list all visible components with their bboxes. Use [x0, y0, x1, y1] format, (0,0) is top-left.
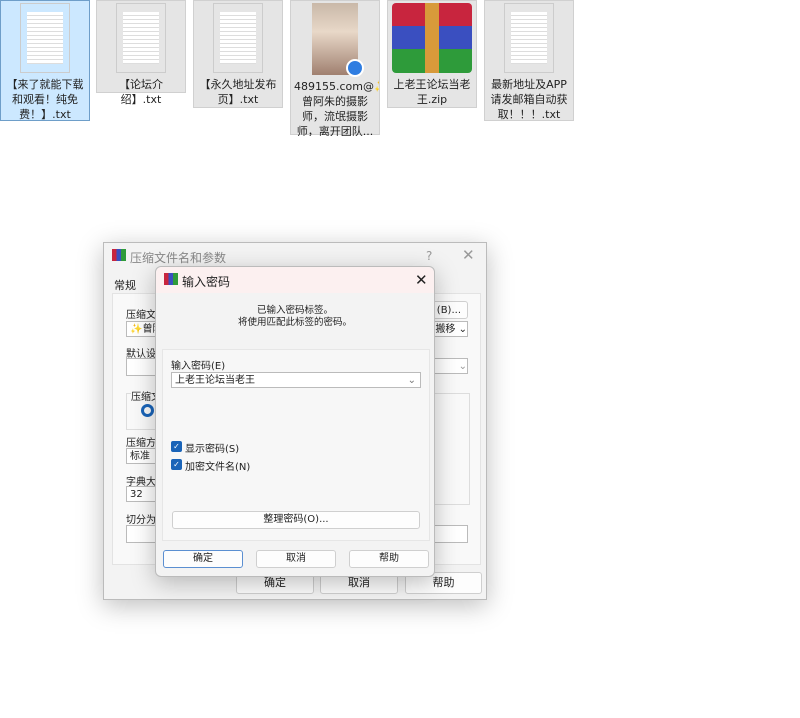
password-label: 输入密码(E) — [171, 361, 226, 372]
show-password-checkbox[interactable]: ✓ — [171, 441, 182, 452]
checkbox-label[interactable]: 显示密码(S) — [185, 440, 239, 455]
dialog-title: 压缩文件名和参数 — [130, 251, 227, 265]
checkbox-label[interactable]: 加密文件名(N) — [185, 458, 250, 473]
help-icon[interactable]: ? — [426, 249, 432, 263]
password-dialog: 输入密码 ✕ 已输入密码标签。 将使用匹配此标签的密码。 输入密码(E) 上老王… — [155, 266, 435, 577]
text-file-icon — [20, 3, 70, 73]
image-thumbnail — [312, 3, 364, 77]
text-file-icon — [213, 3, 263, 73]
file-tile[interactable]: 【论坛介绍】.txt — [96, 0, 186, 106]
winrar-icon — [112, 249, 126, 261]
winrar-icon — [164, 273, 178, 285]
text-file-icon — [116, 3, 166, 73]
message: 将使用匹配此标签的密码。 — [237, 317, 352, 328]
file-tile[interactable]: 【永久地址发布页】.txt — [193, 0, 283, 108]
ok-button[interactable]: 确定 — [163, 550, 243, 568]
radio-button[interactable] — [141, 404, 154, 417]
close-icon[interactable]: ✕ — [415, 271, 428, 289]
chevron-down-icon[interactable]: ⌄ — [408, 373, 416, 389]
text-file-icon — [504, 3, 554, 73]
file-name: 上老王论坛当老王.zip — [393, 78, 471, 106]
file-name: 489155.com@✨曾阿朱的摄影师，流氓摄影师，离开团队... — [294, 80, 379, 136]
file-tile[interactable]: 【来了就能下载和观看！纯免费！】.txt — [0, 0, 90, 121]
password-input[interactable]: 上老王论坛当老王 ⌄ — [171, 372, 421, 388]
tab-general[interactable]: 常规 — [114, 277, 136, 293]
sync-badge-icon — [346, 59, 364, 77]
cancel-button[interactable]: 取消 — [256, 550, 336, 568]
file-name: 最新地址及APP请发邮箱自动获取！！！.txt — [490, 78, 568, 121]
dialog-title: 输入密码 — [182, 275, 231, 289]
organize-passwords-button[interactable]: 整理密码(O)... — [172, 511, 420, 529]
file-tile[interactable]: 最新地址及APP请发邮箱自动获取！！！.txt — [484, 0, 574, 121]
file-tile[interactable]: 489155.com@✨曾阿朱的摄影师，流氓摄影师，离开团队... — [290, 0, 380, 136]
file-name: 【来了就能下载和观看！纯免费！】.txt — [6, 78, 84, 121]
file-name: 【论坛介绍】.txt — [119, 78, 163, 106]
encrypt-filenames-checkbox[interactable]: ✓ — [171, 459, 182, 470]
close-icon[interactable]: ✕ — [462, 246, 475, 264]
file-name: 【永久地址发布页】.txt — [199, 78, 277, 106]
winrar-archive-icon — [392, 3, 472, 73]
file-tile[interactable]: 上老王论坛当老王.zip — [387, 0, 477, 108]
help-button[interactable]: 帮助 — [349, 550, 429, 568]
